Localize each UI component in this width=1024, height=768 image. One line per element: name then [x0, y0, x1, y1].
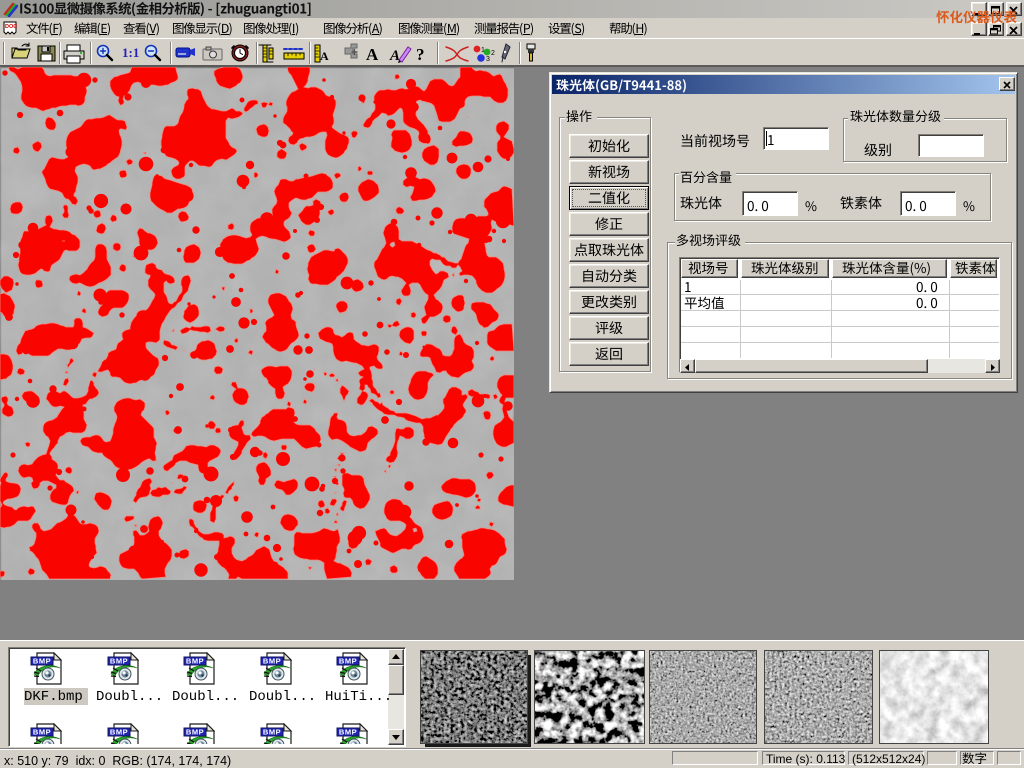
svg-text:BMP: BMP	[339, 657, 357, 666]
svg-text:A: A	[320, 49, 329, 63]
svg-text:A: A	[389, 48, 400, 64]
svg-text:?: ?	[416, 45, 425, 64]
svg-text:BMP: BMP	[339, 728, 357, 737]
svg-text:BMP: BMP	[33, 728, 51, 737]
svg-text:BMP: BMP	[110, 657, 128, 666]
svg-text:3: 3	[486, 56, 490, 63]
svg-text:BMP: BMP	[186, 728, 204, 737]
svg-text:BMP: BMP	[33, 657, 51, 666]
svg-text:BMP: BMP	[263, 728, 281, 737]
svg-text:BMP: BMP	[110, 728, 128, 737]
svg-text:2: 2	[491, 50, 495, 57]
svg-text:BMP: BMP	[186, 657, 204, 666]
svg-text:A: A	[366, 45, 379, 64]
svg-text:1:1: 1:1	[122, 45, 139, 60]
svg-text:DOC: DOC	[5, 24, 17, 30]
svg-text:BMP: BMP	[263, 657, 281, 666]
